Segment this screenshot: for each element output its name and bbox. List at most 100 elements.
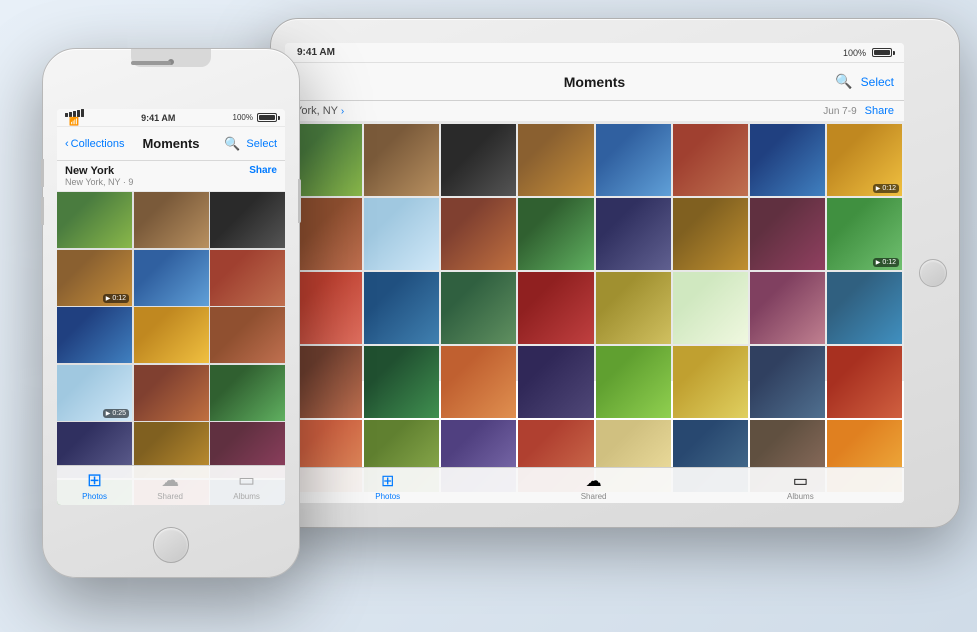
ipad-photo-cell[interactable] — [596, 272, 671, 344]
ipad-photo-cell[interactable] — [673, 124, 748, 196]
iphone-vol-down-button[interactable] — [41, 197, 44, 225]
iphone-time: 9:41 AM — [141, 113, 175, 123]
iphone-photo-cell[interactable] — [57, 192, 132, 248]
iphone-chevron-left-icon: ‹ — [65, 138, 69, 150]
iphone-device: 📶 9:41 AM 100% ‹ Collections Moments 🔍 S… — [42, 48, 300, 578]
ipad-photo-cell[interactable] — [441, 272, 516, 344]
iphone-navbar-actions: 🔍 Select — [224, 136, 277, 152]
ipad-photo-cell[interactable]: 0:12 — [827, 124, 902, 196]
ipad-photo-cell[interactable] — [441, 346, 516, 418]
iphone-tab-photos[interactable]: ⊞ Photos — [82, 470, 107, 501]
iphone-back-button[interactable]: ‹ Collections — [65, 138, 124, 150]
iphone-photo-cell[interactable] — [210, 250, 285, 306]
ipad-photo-cell[interactable] — [596, 124, 671, 196]
iphone-photo-cell[interactable] — [210, 307, 285, 363]
ipad-tab-albums[interactable]: ▭ Albums — [787, 471, 814, 501]
ipad-photo-cell[interactable] — [750, 346, 825, 418]
ipad-photo-cell[interactable] — [518, 272, 593, 344]
ipad-photo-cell[interactable]: 0:12 — [827, 198, 902, 270]
video-duration-badge: 0:12 — [873, 184, 899, 193]
iphone-navbar: ‹ Collections Moments 🔍 Select — [57, 127, 285, 161]
ipad-photo-cell[interactable] — [673, 198, 748, 270]
ipad-photo-cell[interactable] — [441, 198, 516, 270]
iphone-title: Moments — [142, 136, 199, 151]
ipad-photo-cell[interactable] — [673, 346, 748, 418]
ipad-shared-label: Shared — [581, 492, 607, 501]
iphone-photo-grid: 0:12 0:25 — [57, 192, 285, 505]
ipad-date: Jun 7-9 — [823, 106, 856, 117]
ipad-photo-cell[interactable] — [827, 346, 902, 418]
ipad-photo-cell[interactable] — [364, 272, 439, 344]
iphone-wifi: 📶 — [69, 117, 79, 126]
iphone-sleep-button[interactable] — [298, 179, 301, 223]
iphone-tab-shared[interactable]: ☁ Shared — [157, 470, 183, 501]
ipad-navbar: Moments 🔍 Select — [285, 63, 904, 101]
iphone-shared-icon: ☁ — [161, 470, 179, 491]
iphone-screen: 📶 9:41 AM 100% ‹ Collections Moments 🔍 S… — [57, 109, 285, 505]
signal-bar-5 — [81, 109, 84, 117]
iphone-photo-cell[interactable] — [57, 307, 132, 363]
iphone-select-button[interactable]: Select — [246, 138, 277, 150]
ipad-section-header: York, NY › Jun 7-9 Share — [285, 101, 904, 122]
iphone-home-button[interactable] — [153, 527, 189, 563]
iphone-status-right: 100% — [233, 113, 277, 122]
ipad-photo-cell[interactable] — [364, 198, 439, 270]
ipad-photo-cell[interactable] — [596, 198, 671, 270]
ipad-photo-cell[interactable] — [750, 198, 825, 270]
iphone-photo-cell[interactable] — [134, 365, 209, 421]
iphone-search-icon[interactable]: 🔍 — [224, 136, 240, 152]
ipad-photo-cell[interactable] — [364, 124, 439, 196]
ipad-share-button[interactable]: Share — [865, 105, 894, 117]
ipad-photo-cell[interactable] — [827, 272, 902, 344]
ipad-photo-cell[interactable] — [673, 272, 748, 344]
ipad-photo-cell[interactable] — [596, 346, 671, 418]
ipad-photo-cell[interactable] — [518, 198, 593, 270]
video-duration-badge: 0:12 — [873, 258, 899, 267]
signal-bar-1 — [65, 113, 68, 117]
iphone-photo-cell[interactable]: 0:25 — [57, 365, 132, 421]
ipad-photos-label: Photos — [375, 492, 400, 501]
iphone-photo-cell[interactable] — [134, 250, 209, 306]
iphone-photo-cell[interactable] — [210, 365, 285, 421]
ipad-search-icon[interactable]: 🔍 — [835, 73, 852, 90]
ipad-photo-cell[interactable] — [518, 124, 593, 196]
iphone-photo-cell[interactable] — [134, 307, 209, 363]
iphone-tab-albums[interactable]: ▭ Albums — [233, 470, 260, 501]
video-duration-badge: 0:12 — [103, 294, 129, 303]
ipad-select-button[interactable]: Select — [861, 75, 894, 89]
ipad-tab-photos[interactable]: ⊞ Photos — [375, 471, 400, 501]
iphone-status-bar: 📶 9:41 AM 100% — [57, 109, 285, 127]
iphone-share-button[interactable]: Share — [249, 165, 277, 177]
ipad-photo-cell[interactable] — [750, 124, 825, 196]
ipad-tabbar: ⊞ Photos ☁ Shared ▭ Albums — [285, 467, 904, 503]
iphone-location-row: New York Share — [65, 165, 277, 177]
iphone-location-text: New York — [65, 165, 114, 177]
iphone-speaker — [131, 61, 171, 65]
ipad-navbar-actions: 🔍 Select — [835, 73, 894, 90]
iphone-photo-cell[interactable]: 0:12 — [57, 250, 132, 306]
ipad-date-share: Jun 7-9 Share — [823, 105, 894, 117]
ipad-title: Moments — [564, 74, 625, 90]
ipad-status-bar: 9:41 AM 100% — [285, 43, 904, 63]
iphone-photos-label: Photos — [82, 492, 107, 501]
ipad-photo-cell[interactable] — [364, 346, 439, 418]
ipad-photo-cell[interactable] — [750, 272, 825, 344]
ipad-location-chevron: › — [341, 106, 344, 117]
ipad-location[interactable]: York, NY › — [295, 105, 344, 117]
ipad-battery-icon — [872, 48, 892, 57]
ipad-albums-icon: ▭ — [793, 471, 808, 491]
ipad-photo-cell[interactable] — [441, 124, 516, 196]
signal-bars — [65, 109, 84, 117]
ipad-status-right: 100% — [843, 48, 892, 58]
ipad-home-button[interactable] — [919, 259, 947, 287]
iphone-photo-cell[interactable] — [210, 192, 285, 248]
signal-bar-4 — [77, 110, 80, 117]
ipad-albums-label: Albums — [787, 492, 814, 501]
ipad-tab-shared[interactable]: ☁ Shared — [581, 471, 607, 501]
iphone-vol-up-button[interactable] — [41, 159, 44, 187]
ipad-photo-cell[interactable] — [518, 346, 593, 418]
iphone-battery-pct: 100% — [233, 113, 253, 122]
ipad-device: 9:41 AM 100% Moments 🔍 Select York, NY › — [270, 18, 960, 528]
iphone-shared-label: Shared — [157, 492, 183, 501]
iphone-photo-cell[interactable] — [134, 192, 209, 248]
